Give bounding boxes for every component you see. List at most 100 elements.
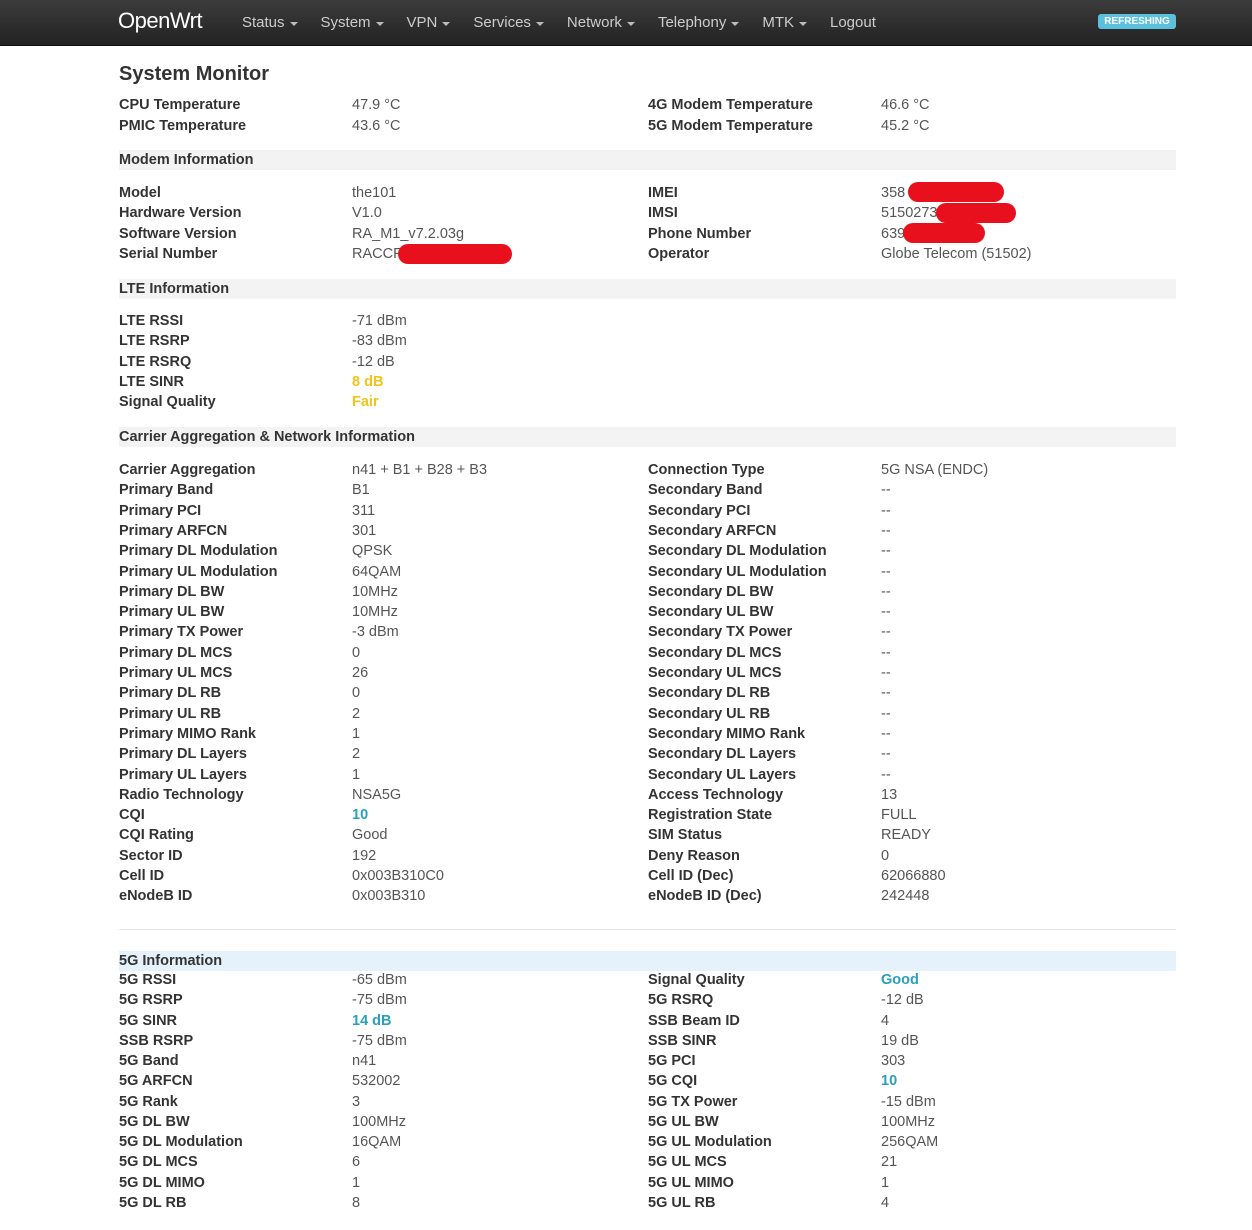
menu-telephony[interactable]: Telephony [657,14,740,31]
field-value: -- [881,604,891,620]
field-value: Globe Telecom (51502) [881,246,1032,262]
field-label: LTE RSRQ [119,354,192,370]
field-label: 5G DL MIMO [119,1175,205,1191]
field-value: -65 dBm [352,972,407,988]
field-label: CQI Rating [119,827,194,843]
field-value: -3 dBm [352,624,399,640]
field-value: -15 dBm [881,1094,936,1110]
field-label: LTE SINR [119,374,184,390]
field-value: the101 [352,185,397,201]
field-label: 5G DL MCS [119,1154,198,1170]
caret-down-icon [289,21,298,26]
field-label: Secondary UL RB [648,706,771,722]
menu-services[interactable]: Services [473,14,544,31]
field-value: 1 [352,767,361,783]
field-label: Primary UL Layers [119,767,247,783]
field-value: 16QAM [352,1134,402,1150]
field-value: 311 [352,503,376,519]
field-value: 21 [881,1154,898,1170]
menu-system[interactable]: System [321,14,384,31]
field-value: 8 dB [352,374,384,390]
menu-network[interactable]: Network [567,14,635,31]
field-label: Secondary UL BW [648,604,774,620]
field-value: 303 [881,1053,906,1069]
field-value: FULL [881,807,917,823]
field-label: Secondary DL MCS [648,645,782,661]
caret-down-icon [375,21,384,26]
field-value: NSA5G [352,787,402,803]
field-value: -- [881,584,891,600]
field-label: Primary DL BW [119,584,225,600]
menu-logout[interactable]: Logout [830,14,876,31]
field-value: 6 [352,1154,361,1170]
field-label: Primary MIMO Rank [119,726,256,742]
field-value: -12 dB [881,992,924,1008]
field-value: 10 [352,807,369,823]
field-label: Carrier Aggregation [119,462,256,478]
field-label: Primary UL MCS [119,665,233,681]
field-label: Serial Number [119,246,218,262]
menu-label: Telephony [657,14,727,31]
field-label: 5G UL MCS [648,1154,727,1170]
field-label: 5G UL RB [648,1195,716,1211]
field-value: Good [352,827,388,843]
field-label: 5G TX Power [648,1094,738,1110]
field-label: 5G PCI [648,1053,696,1069]
field-label: 5G CQI [648,1073,698,1089]
field-value: 5G NSA (ENDC) [881,462,989,478]
field-value: 532002 [352,1073,401,1089]
menu-status[interactable]: Status [242,14,298,31]
field-value: -- [881,726,891,742]
menu-mtk[interactable]: MTK [762,14,807,31]
brand-logo[interactable]: OpenWrt [118,8,203,34]
field-label: Primary DL RB [119,685,222,701]
field-label: Secondary DL RB [648,685,771,701]
redaction-mark [398,244,512,264]
field-label: Secondary UL Modulation [648,564,827,580]
field-value: READY [881,827,931,843]
field-label: 5G UL BW [648,1114,719,1130]
refreshing-badge[interactable]: REFRESHING [1098,14,1176,29]
field-value: 1 [352,726,361,742]
field-label: Secondary MIMO Rank [648,726,806,742]
field-label: Access Technology [648,787,784,803]
field-value: 47.9 °C [352,97,401,113]
menu-label: System [320,14,371,31]
field-value: 0 [881,848,890,864]
field-label: 5G RSRQ [648,992,714,1008]
field-label: 5G Modem Temperature [648,118,813,134]
field-value: -12 dB [352,354,395,370]
field-value: 358 [881,185,906,201]
section-header-5g: 5G Information [119,951,1176,971]
field-value: -71 dBm [352,313,407,329]
field-value: -- [881,767,891,783]
field-value: -- [881,543,891,559]
section-header-lte: LTE Information [119,279,1176,299]
field-label: IMEI [648,185,678,201]
field-label: Signal Quality [648,972,745,988]
field-label: Secondary PCI [648,503,751,519]
field-label: Cell ID [119,868,165,884]
field-label: Primary ARFCN [119,523,228,539]
page-title: System Monitor [119,63,270,85]
field-value: RACCF [352,246,402,262]
menu-vpn[interactable]: VPN [407,14,451,31]
field-label: Secondary DL Layers [648,746,797,762]
field-label: LTE RSRP [119,333,190,349]
section-header-carrier: Carrier Aggregation & Network Informatio… [119,427,1176,447]
field-label: eNodeB ID [119,888,193,904]
field-label: 5G DL Modulation [119,1134,243,1150]
field-label: Primary Band [119,482,214,498]
field-value: 100MHz [881,1114,935,1130]
field-value: -- [881,482,891,498]
field-label: Primary DL MCS [119,645,233,661]
field-label: Primary DL Modulation [119,543,278,559]
field-value: 10MHz [352,584,398,600]
field-label: Secondary Band [648,482,763,498]
caret-down-icon [731,21,740,26]
field-value: -- [881,645,891,661]
field-label: Primary DL Layers [119,746,247,762]
menu-label: VPN [406,14,438,31]
field-label: SSB Beam ID [648,1013,740,1029]
field-label: 5G RSSI [119,972,177,988]
